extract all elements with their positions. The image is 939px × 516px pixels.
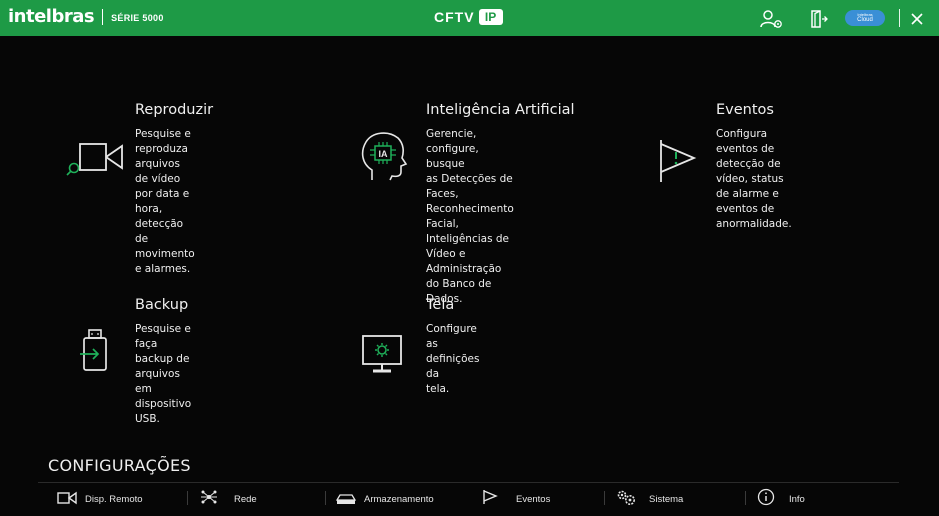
- system-gears-icon: [615, 488, 637, 510]
- ip-badge: IP: [478, 9, 503, 25]
- tile-title-tela: Tela: [426, 297, 455, 313]
- config-item-disp-remoto[interactable]: Disp. Remoto: [57, 490, 143, 508]
- series-label: SÉRIE 5000: [111, 12, 164, 23]
- tile-desc-eventos: Configura eventos de detecção de vídeo, …: [716, 128, 792, 230]
- config-item-divider: [325, 491, 326, 505]
- info-icon: [757, 488, 775, 510]
- config-item-info[interactable]: Info: [757, 488, 805, 510]
- cftv-ip-logo: CFTV IP: [434, 9, 503, 25]
- header-divider: [899, 9, 900, 27]
- config-section-title: CONFIGURAÇÕES: [48, 456, 191, 475]
- ai-head-icon: IA: [358, 130, 408, 186]
- tile-desc-reproduzir: Pesquise e reproduza arquivos de vídeo p…: [135, 128, 195, 275]
- tile-desc-tela: Configure as definições da tela.: [426, 323, 480, 395]
- display-settings-icon: [361, 334, 403, 380]
- event-flag-icon: [658, 138, 698, 188]
- playback-camera-icon: [66, 140, 128, 184]
- config-item-eventos[interactable]: Eventos: [482, 490, 550, 508]
- tile-title-eventos: Eventos: [716, 102, 774, 118]
- config-item-sistema[interactable]: Sistema: [615, 490, 683, 508]
- event-flag-icon: [482, 489, 498, 509]
- user-settings-icon[interactable]: [760, 9, 784, 33]
- brand-name: intelbras: [8, 6, 95, 27]
- config-item-label: Armazenamento: [364, 493, 434, 505]
- cftv-label: CFTV: [434, 9, 475, 25]
- config-item-divider: [187, 491, 188, 505]
- usb-backup-icon: [80, 328, 110, 376]
- top-bar: intelbras SÉRIE 5000 CFTV IP Intelbras C…: [0, 0, 939, 36]
- config-item-armazenamento[interactable]: Armazenamento: [335, 490, 434, 509]
- tile-desc-backup: Pesquise e faça backup de arquivos em di…: [135, 323, 192, 425]
- logout-icon[interactable]: [808, 9, 828, 33]
- config-item-label: Eventos: [516, 493, 551, 505]
- close-icon[interactable]: [910, 11, 924, 30]
- tile-title-backup: Backup: [135, 297, 189, 313]
- tile-title-reproduzir: Reproduzir: [135, 102, 214, 118]
- tile-title-ia: Inteligência Artificial: [426, 102, 575, 118]
- brand-divider: [102, 8, 104, 25]
- config-divider: [38, 482, 899, 483]
- config-item-label: Info: [789, 493, 805, 505]
- storage-icon: [335, 490, 357, 509]
- remote-device-icon: [57, 490, 77, 509]
- network-icon: [200, 489, 218, 509]
- svg-text:IA: IA: [379, 149, 389, 159]
- config-item-label: Sistema: [649, 493, 684, 505]
- config-item-rede[interactable]: Rede: [200, 490, 257, 508]
- tile-desc-ia: Gerencie, configure, busque as Detecções…: [426, 128, 514, 305]
- config-item-divider: [604, 491, 605, 505]
- config-item-divider: [745, 491, 746, 505]
- brand-logo: intelbras SÉRIE 5000: [8, 6, 164, 27]
- intelbras-cloud-icon[interactable]: Intelbras Cloud: [845, 10, 885, 26]
- config-item-label: Rede: [234, 493, 257, 505]
- cloud-text: Cloud: [857, 17, 873, 23]
- config-item-label: Disp. Remoto: [85, 493, 143, 505]
